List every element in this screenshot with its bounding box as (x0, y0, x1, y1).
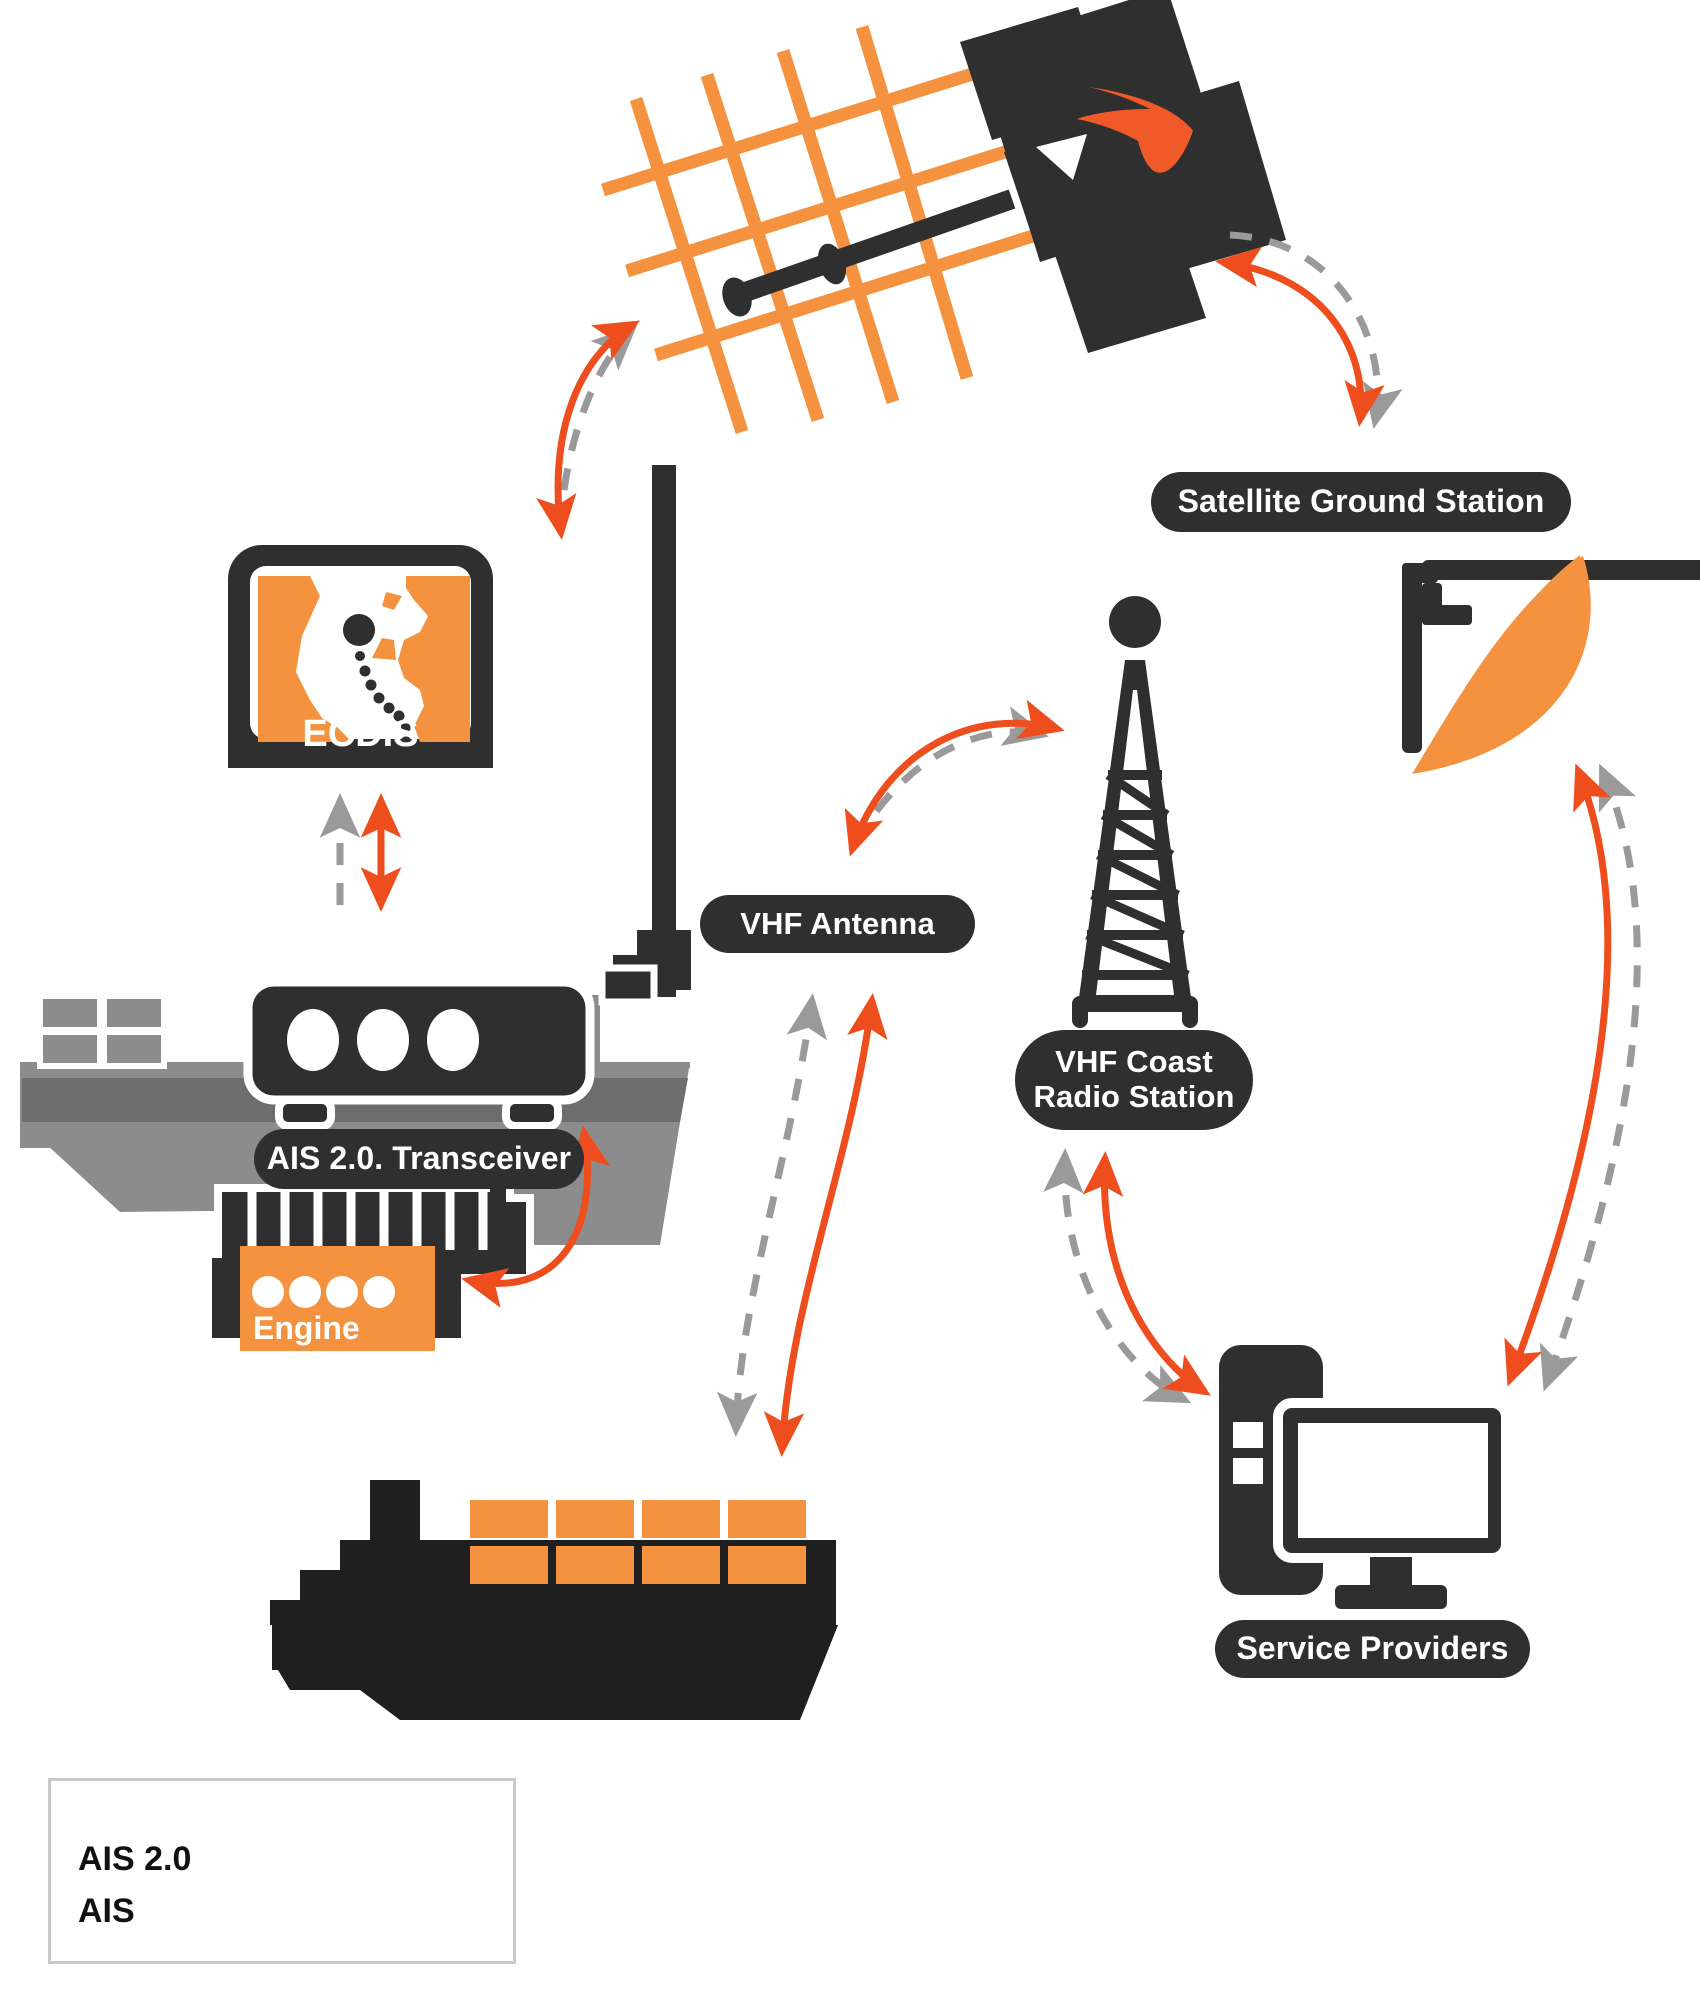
satellite-ground-station-label-text: Satellite Ground Station (1177, 483, 1545, 520)
arrow-vhf-antenna-to-other-ships-ais (716, 993, 827, 1437)
arrow-ground-to-providers-ais (1539, 763, 1641, 1392)
label-ecdis: ECDIS (228, 700, 493, 768)
vhf-antenna-label-text: VHF Antenna (740, 905, 935, 941)
satellite-icon (601, 0, 1286, 434)
label-ais-transceiver: AIS 2.0. Transceiver (254, 1129, 584, 1189)
arrow-satellite-to-ground-ais (1229, 231, 1403, 429)
radio-tower-icon (1072, 596, 1198, 1028)
arrow-mast-to-satellite-ais20 (536, 320, 641, 540)
vhf-coast-label-line2: Radio Station (1033, 1079, 1235, 1114)
legend-label-ais20: AIS 2.0 (78, 1840, 191, 1879)
arrow-vhf-antenna-to-coast-ais20 (844, 699, 1065, 857)
engine-label-text: Engine (253, 1310, 360, 1346)
label-vhf-antenna: VHF Antenna (700, 895, 975, 953)
vhf-coast-label-line1: VHF Coast (1055, 1044, 1213, 1080)
ais-transceiver-icon (243, 977, 595, 1130)
label-vhf-coast-radio-station: VHF Coast Radio Station (1015, 1030, 1253, 1130)
arrow-vhf-antenna-to-other-ships-ais20 (763, 993, 888, 1457)
diagram-canvas: ECDIS AIS 2.0. Transceiver Engine VHF An… (0, 0, 1700, 2000)
container-ship-icon (270, 1480, 838, 1720)
satellite-dish-icon (1402, 555, 1700, 774)
label-engine: Engine (253, 1310, 360, 1347)
diagram-graphics (20, 0, 1700, 1936)
legend-ais-text: AIS (78, 1892, 135, 1930)
legend-label-ais: AIS (78, 1892, 135, 1931)
other-ships-label-text: Other Ships (338, 1636, 526, 1673)
ais-transceiver-label-text: AIS 2.0. Transceiver (266, 1140, 572, 1177)
desktop-computer-icon (1219, 1345, 1511, 1609)
ecdis-label-text: ECDIS (302, 712, 419, 755)
service-providers-label-text: Service Providers (1236, 1630, 1509, 1667)
label-satellite-ground-station: Satellite Ground Station (1151, 472, 1571, 532)
label-other-ships: Other Ships (338, 1636, 525, 1674)
arrow-coast-to-providers-ais20 (1082, 1151, 1211, 1396)
label-service-providers: Service Providers (1215, 1620, 1530, 1678)
arrow-ground-to-providers-ais20 (1504, 763, 1612, 1387)
legend-ais20-text: AIS 2.0 (78, 1840, 192, 1878)
